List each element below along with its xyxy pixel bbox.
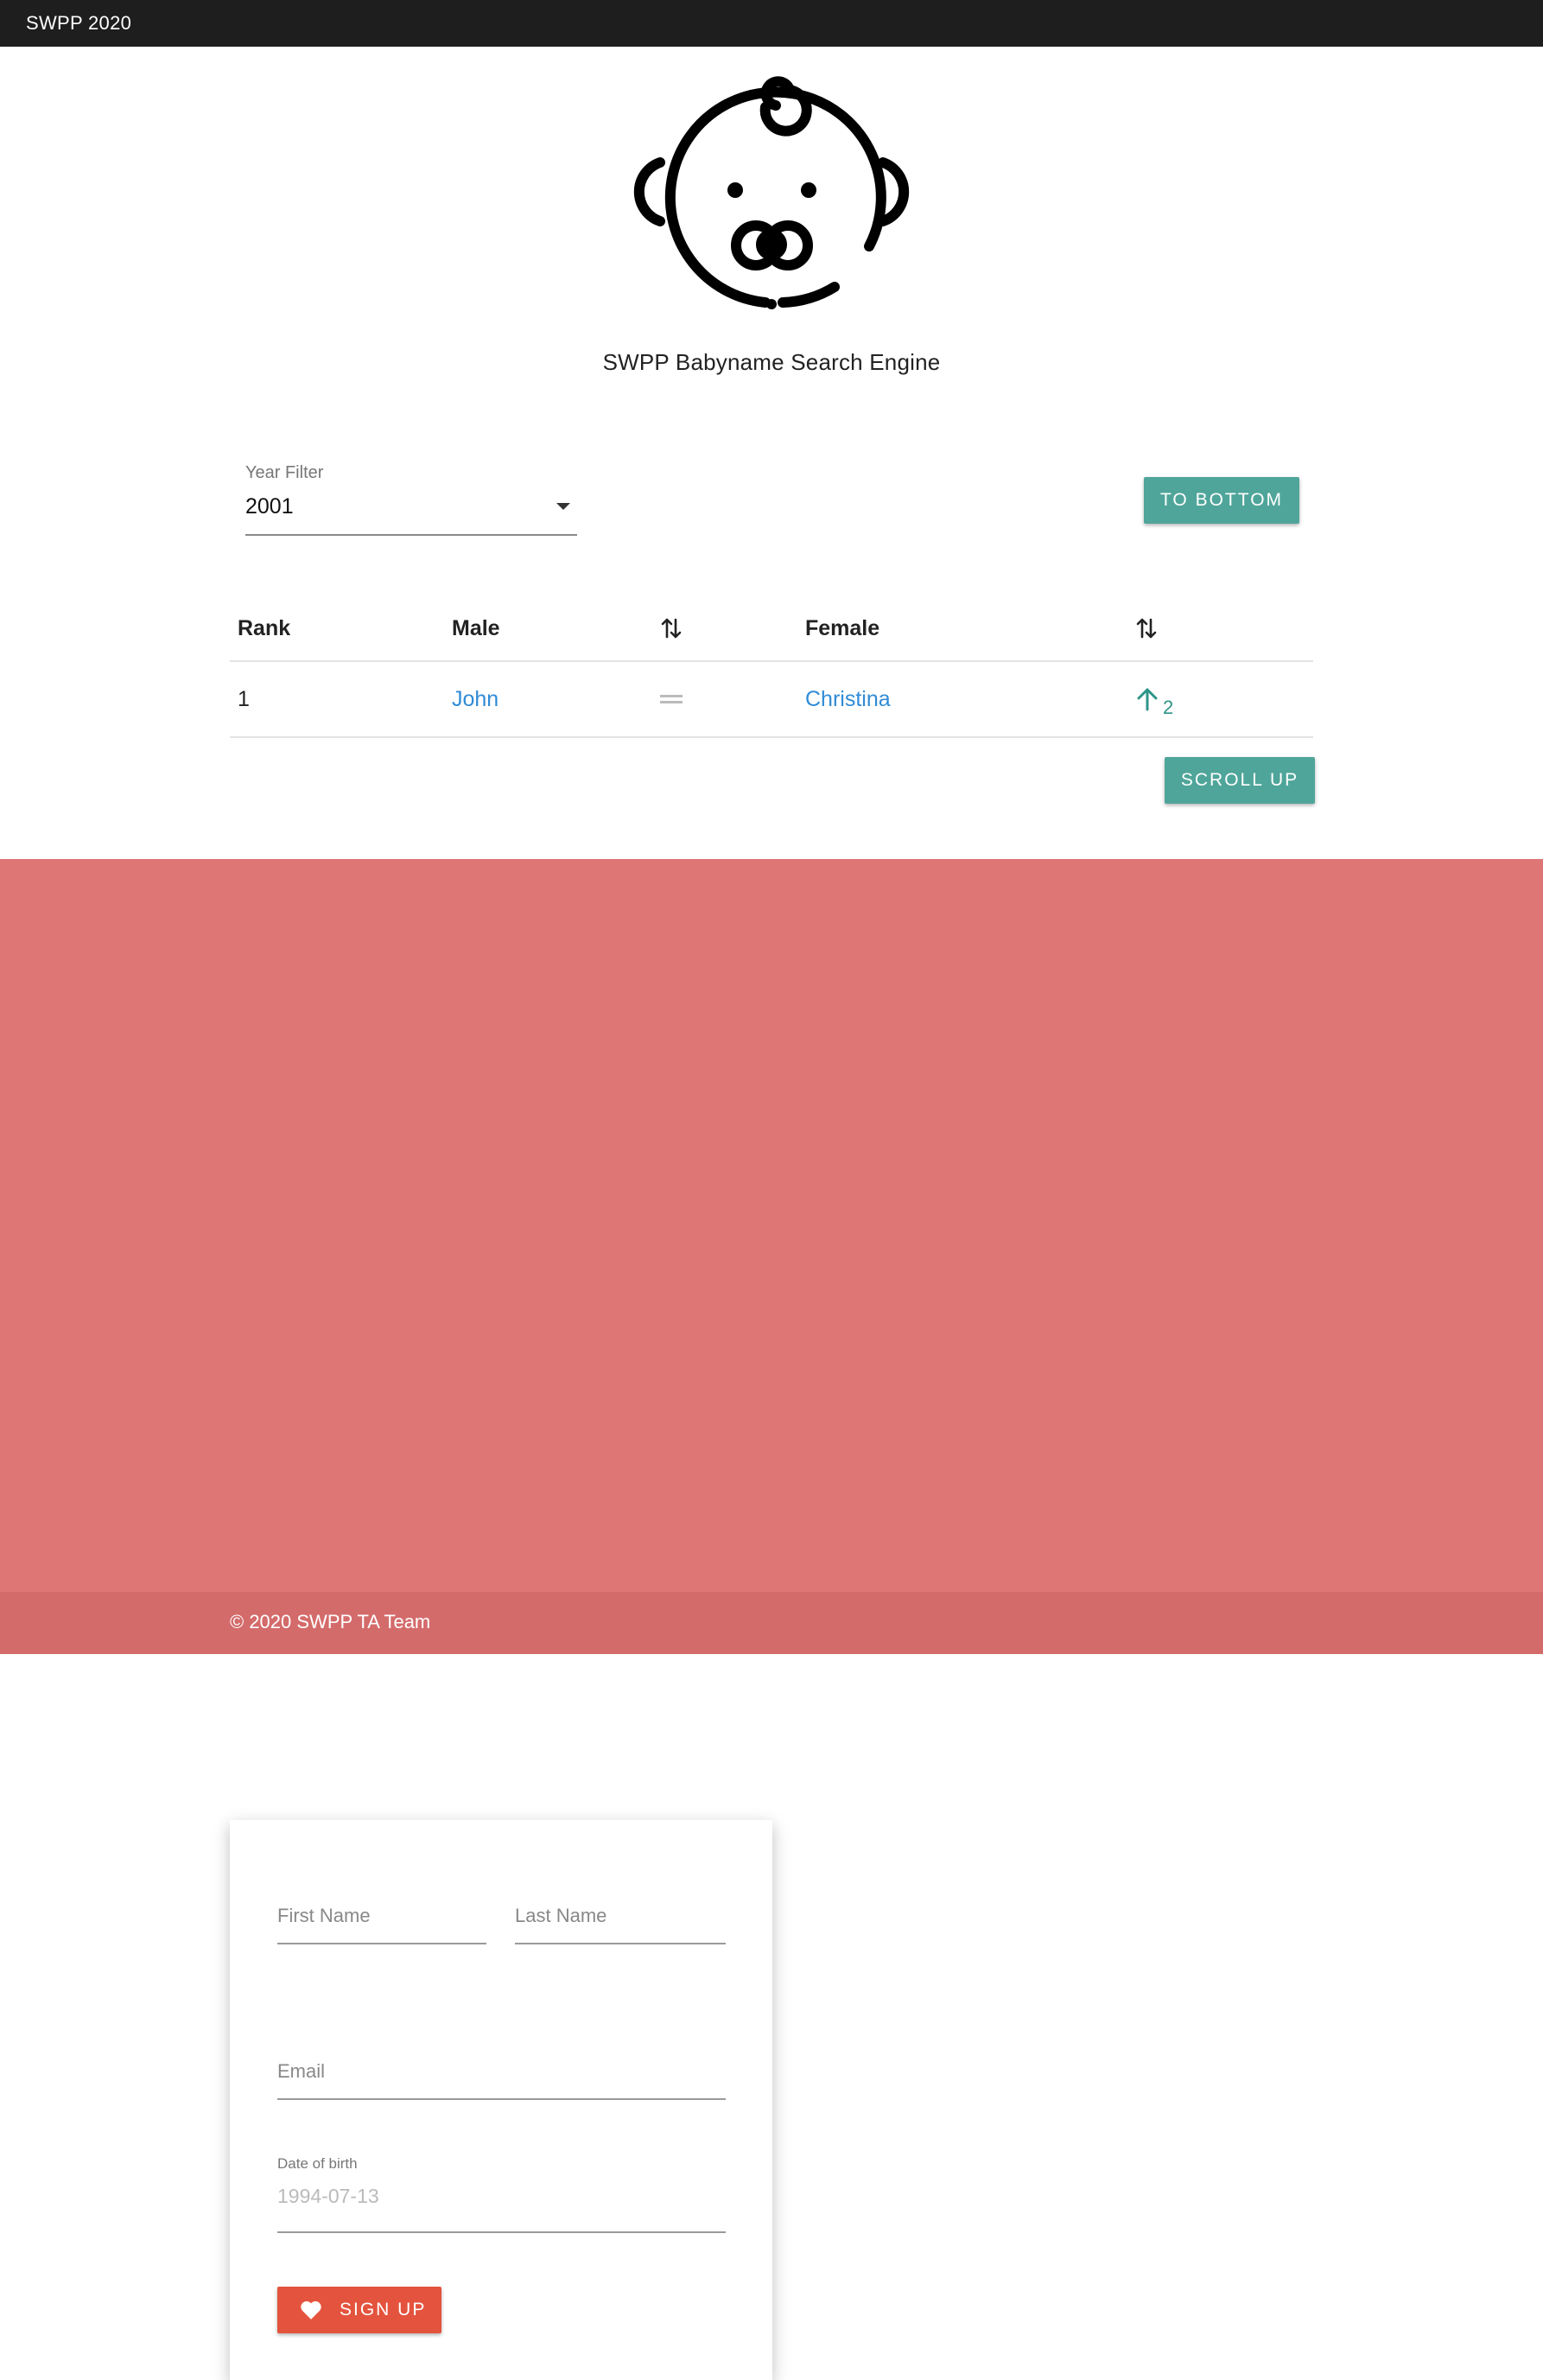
list-item: Stack Overflow bbox=[968, 1841, 1279, 1868]
female-trend-cell: 2 bbox=[1135, 662, 1173, 736]
dropdown-arrow-icon[interactable] bbox=[556, 503, 570, 510]
top-app-bar: SWPP 2020 bbox=[0, 0, 1543, 47]
trend-up-indicator: 2 bbox=[1135, 686, 1173, 718]
date-of-birth-placeholder: 1994-07-13 bbox=[277, 2185, 379, 2207]
scroll-up-button[interactable]: SCROLL UP bbox=[1165, 757, 1315, 804]
sort-arrows-icon bbox=[661, 618, 682, 639]
first-name-placeholder: First Name bbox=[277, 1905, 371, 1926]
year-filter-select[interactable]: Year Filter 2001 bbox=[245, 458, 577, 536]
female-sort-button[interactable] bbox=[1135, 596, 1158, 660]
copyright-footer: © 2020 SWPP TA Team bbox=[0, 1592, 1543, 1654]
sign-up-button[interactable]: SIGN UP bbox=[277, 2287, 441, 2333]
medium-link[interactable]: Medium bbox=[968, 1871, 1035, 1893]
male-trend-cell bbox=[660, 662, 683, 736]
app-brand[interactable]: SWPP 2020 bbox=[26, 12, 131, 35]
year-filter-label: Year Filter bbox=[245, 463, 324, 482]
table-row: 1 John Christina 2 bbox=[230, 662, 1313, 738]
email-placeholder: Email bbox=[277, 2060, 326, 2082]
rank-header: Rank bbox=[238, 615, 291, 640]
male-sort-button[interactable] bbox=[660, 596, 683, 660]
field-underline bbox=[277, 2231, 726, 2233]
baby-face-logo bbox=[633, 76, 910, 309]
materials-links: Stack Overflow Medium Github bbox=[968, 1841, 1279, 1924]
table-header-row: Rank Male Female bbox=[230, 596, 1313, 662]
field-underline bbox=[277, 2098, 726, 2100]
list-item: Medium bbox=[968, 1868, 1279, 1896]
field-underline bbox=[277, 1943, 486, 1944]
copyright-text: © 2020 SWPP TA Team bbox=[230, 1611, 431, 1632]
sort-arrows-icon bbox=[1136, 618, 1157, 639]
female-header: Female bbox=[805, 615, 880, 640]
heart-icon bbox=[301, 2300, 321, 2320]
list-item: Github bbox=[968, 1896, 1279, 1924]
signup-card: First Name Last Name Email Date of birth… bbox=[230, 1820, 772, 2380]
arrow-up-icon bbox=[1137, 688, 1158, 711]
rank-cell: 1 bbox=[238, 686, 250, 711]
materials-section: Web Development Materials Stack Overflow… bbox=[968, 1763, 1279, 1924]
male-header: Male bbox=[452, 615, 500, 640]
signup-heading: If you want to tune in, sign up! bbox=[244, 1763, 647, 1797]
rank-change-value: 2 bbox=[1163, 697, 1174, 718]
to-bottom-button[interactable]: TO BOTTOM bbox=[1144, 477, 1299, 524]
field-underline bbox=[515, 1943, 726, 1944]
last-name-field[interactable]: Last Name bbox=[515, 1900, 726, 1951]
equal-icon bbox=[660, 695, 683, 703]
page-title: SWPP Babyname Search Engine bbox=[602, 349, 941, 375]
signup-section: If you want to tune in, sign up! First N… bbox=[0, 859, 1543, 2380]
email-field[interactable]: Email bbox=[277, 2055, 726, 2107]
male-name-link[interactable]: John bbox=[452, 662, 498, 736]
first-name-field[interactable]: First Name bbox=[277, 1900, 486, 1951]
github-link[interactable]: Github bbox=[968, 1899, 1024, 1920]
year-filter-underline bbox=[245, 534, 577, 536]
materials-title: Web Development Materials bbox=[968, 1762, 1216, 1829]
last-name-placeholder: Last Name bbox=[515, 1905, 607, 1926]
babyname-table: Rank Male Female 1 John Christina 2 bbox=[230, 596, 1313, 738]
female-name-link[interactable]: Christina bbox=[805, 662, 891, 736]
sign-up-label: SIGN UP bbox=[340, 2300, 427, 2320]
year-filter-value[interactable]: 2001 bbox=[245, 494, 294, 519]
date-of-birth-label: Date of birth bbox=[277, 2155, 358, 2172]
date-of-birth-field[interactable]: Date of birth 1994-07-13 bbox=[277, 2155, 726, 2242]
stack-overflow-link[interactable]: Stack Overflow bbox=[968, 1843, 1095, 1865]
